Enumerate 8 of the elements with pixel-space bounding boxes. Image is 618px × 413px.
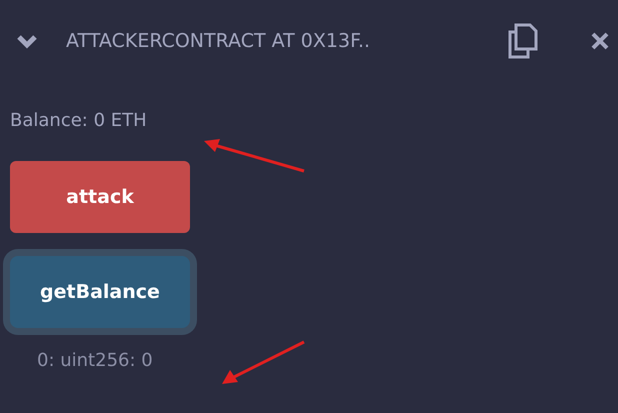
transact-button[interactable]: attack xyxy=(10,161,190,233)
balance-text: Balance: 0 ETH xyxy=(10,110,147,131)
output-text: 0: uint256: 0 xyxy=(37,350,153,371)
contract-title: ATTACKERCONTRACT AT 0X13F.. xyxy=(66,30,372,52)
close-icon[interactable] xyxy=(590,31,610,51)
copy-icon[interactable] xyxy=(506,23,538,59)
call-button[interactable]: getBalance xyxy=(10,256,190,328)
chevron-icon[interactable] xyxy=(16,33,38,49)
